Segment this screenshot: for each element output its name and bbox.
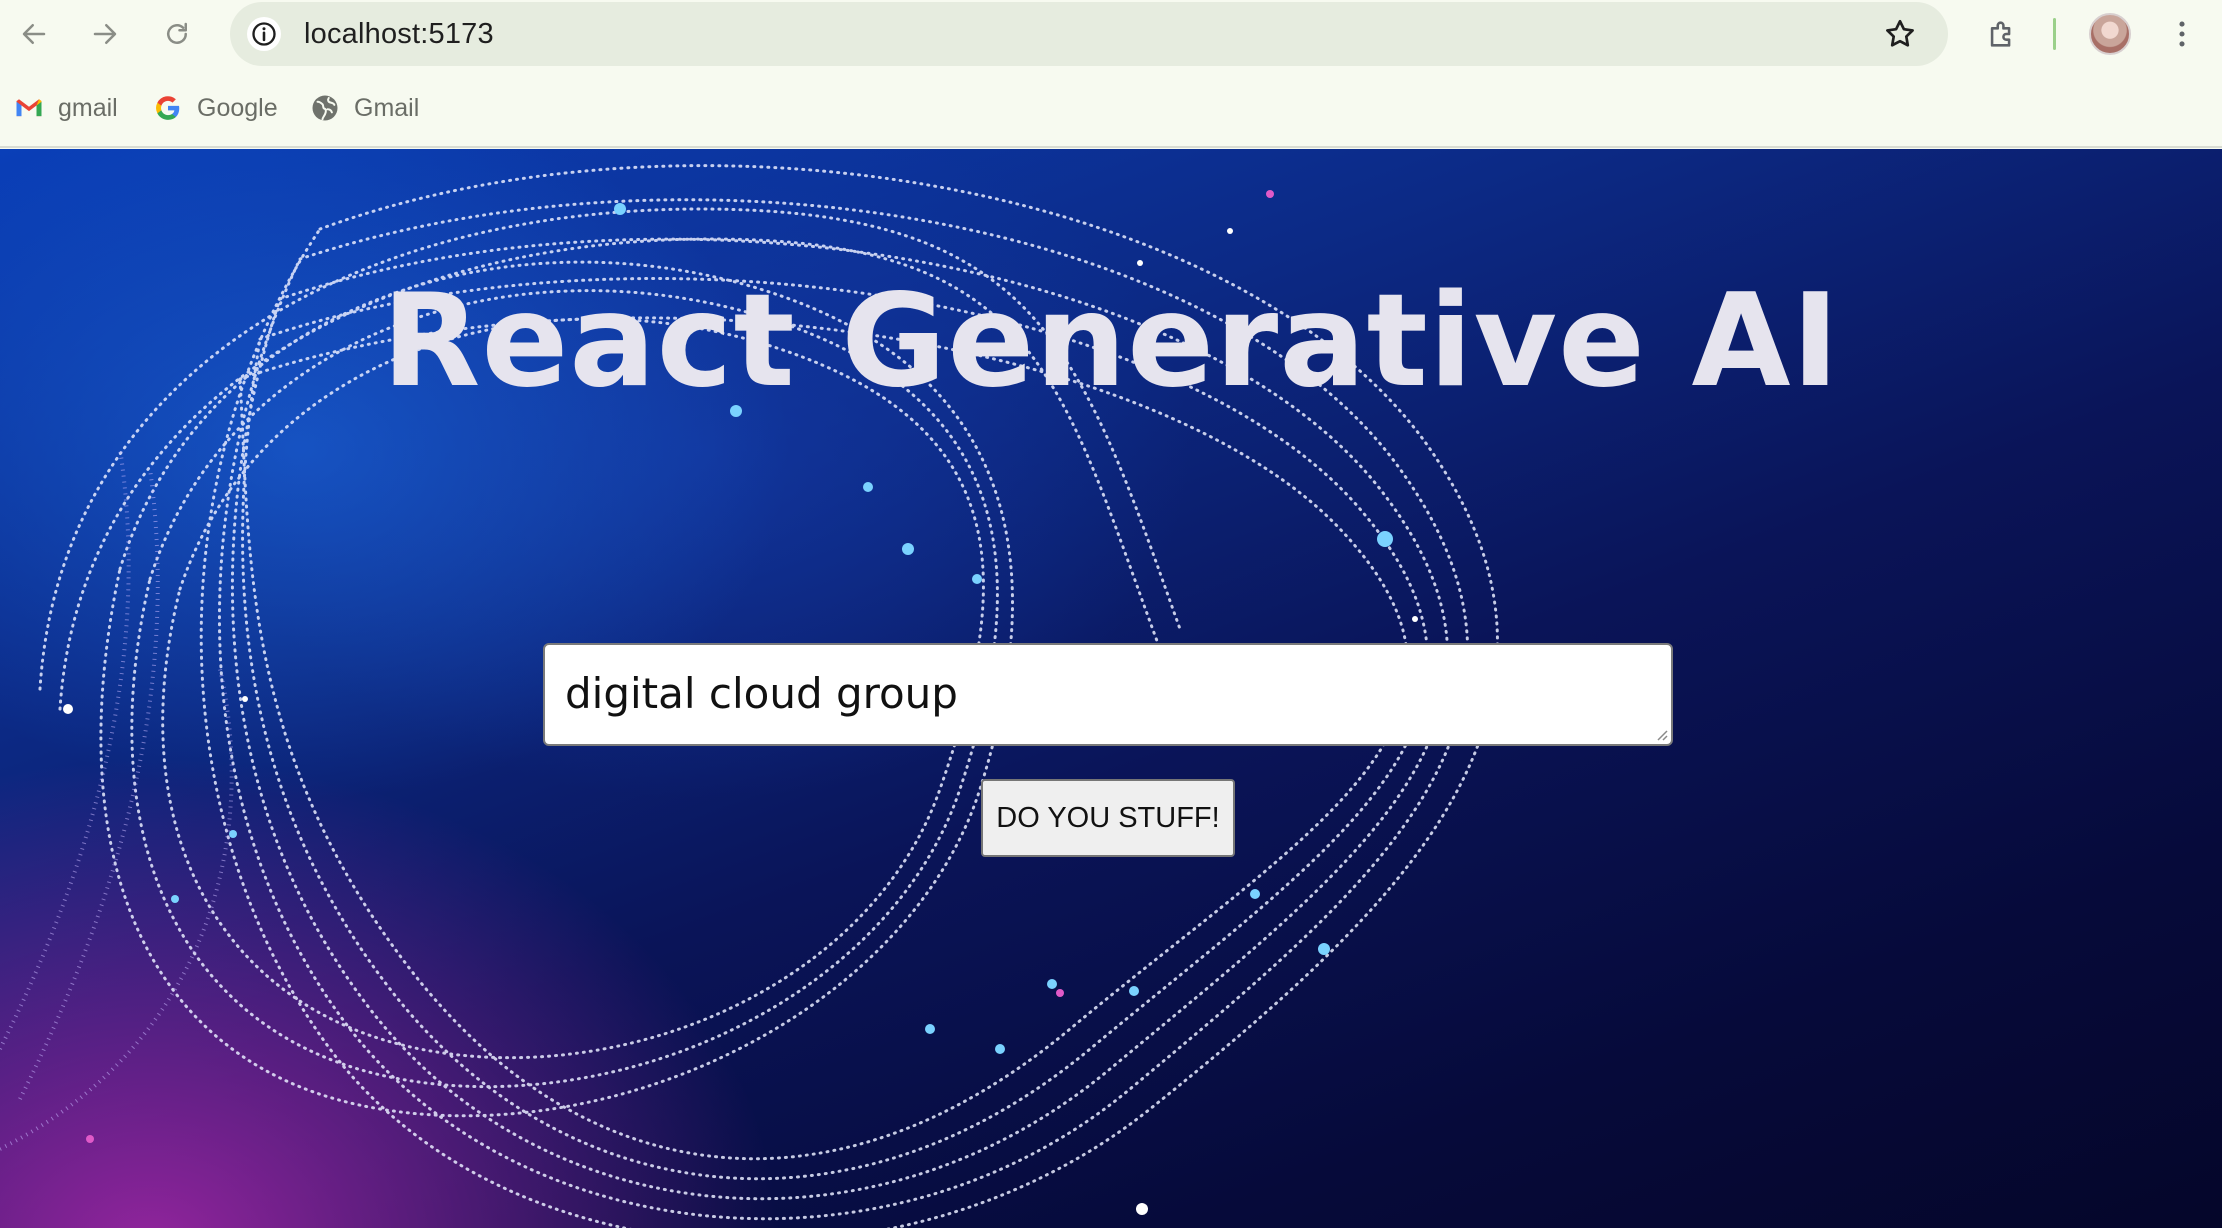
bookmarks-bar: gmail Google Gmail <box>0 68 2222 148</box>
page-title: React Generative AI <box>381 267 1841 416</box>
gmail-icon <box>16 99 42 117</box>
bookmark-google[interactable]: Google <box>153 90 278 126</box>
google-icon <box>156 96 180 120</box>
info-icon <box>252 22 276 46</box>
globe-icon <box>312 95 338 121</box>
bookmark-gmail[interactable]: gmail <box>14 90 118 126</box>
bookmark-label: gmail <box>58 93 118 122</box>
bookmark-gmail-globe[interactable]: Gmail <box>310 90 419 126</box>
arrow-right-icon <box>93 24 117 44</box>
forward-button[interactable] <box>83 12 127 56</box>
submit-button[interactable]: DO YOU STUFF! <box>981 779 1235 857</box>
prompt-value: digital cloud group <box>565 669 958 718</box>
extensions-button[interactable] <box>1980 12 2024 56</box>
resize-handle-icon[interactable] <box>1654 727 1668 741</box>
site-info-button[interactable] <box>247 17 281 51</box>
prompt-textarea[interactable]: digital cloud group <box>543 643 1673 746</box>
back-button[interactable] <box>12 12 56 56</box>
menu-button[interactable] <box>2160 12 2204 56</box>
puzzle-icon <box>1990 21 2011 47</box>
page-viewport: React Generative AI digital cloud group … <box>0 149 2222 1228</box>
more-vert-icon <box>2179 21 2185 47</box>
reload-button[interactable] <box>155 12 199 56</box>
bookmark-label: Gmail <box>354 93 420 122</box>
toolbar-divider <box>2053 18 2056 50</box>
arrow-left-icon <box>22 24 46 44</box>
address-bar[interactable]: localhost:5173 <box>230 2 1948 66</box>
bookmark-star-icon[interactable] <box>1882 16 1918 52</box>
url-text[interactable]: localhost:5173 <box>304 18 494 51</box>
reload-icon <box>167 22 187 44</box>
profile-avatar[interactable] <box>2089 13 2131 55</box>
browser-toolbar: localhost:5173 <box>0 0 2222 68</box>
bookmark-label: Google <box>197 93 278 122</box>
